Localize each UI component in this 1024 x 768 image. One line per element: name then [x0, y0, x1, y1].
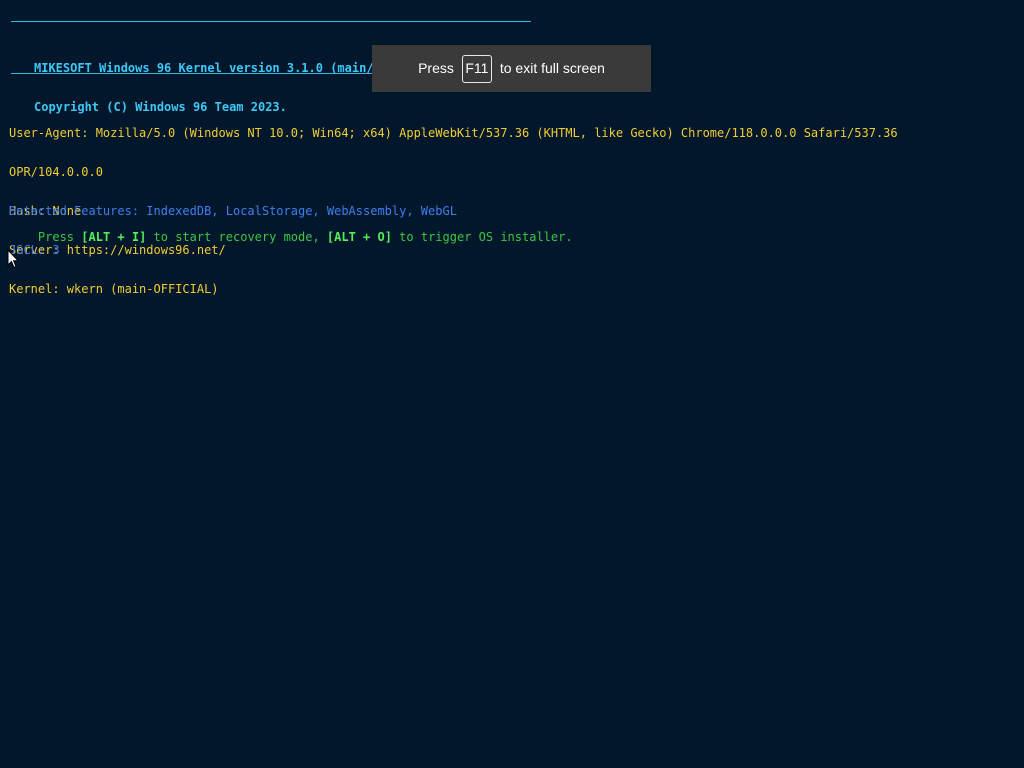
fullscreen-exit-toast: Press F11 to exit full screen	[372, 45, 651, 92]
features-line: Detected Features: IndexedDB, LocalStora…	[9, 204, 457, 218]
prompt-prefix: Press	[37, 230, 82, 244]
prompt-suffix: to trigger OS installer.	[391, 230, 573, 244]
toast-press-label: Press	[418, 60, 454, 76]
f11-keycap: F11	[461, 54, 492, 83]
banner-top-rule	[11, 21, 531, 22]
toast-message: to exit full screen	[499, 60, 605, 76]
user-agent-continued-line: OPR/104.0.0.0	[9, 165, 103, 179]
user-agent-line: User-Agent: Mozilla/5.0 (Windows NT 10.0…	[9, 126, 898, 140]
boot-screen: MIKESOFT Windows 96 Kernel version 3.1.0…	[0, 0, 1024, 768]
prompt-middle: to start recovery mode,	[146, 230, 327, 244]
mouse-pointer-icon	[7, 249, 19, 269]
recovery-key-hint: [ALT + I]	[81, 230, 147, 244]
kernel-line: Kernel: wkern (main-OFFICIAL)	[9, 282, 219, 296]
installer-key-hint: [ALT + O]	[326, 230, 392, 244]
recovery-prompt: Press [ALT + I] to start recovery mode, …	[9, 218, 573, 257]
